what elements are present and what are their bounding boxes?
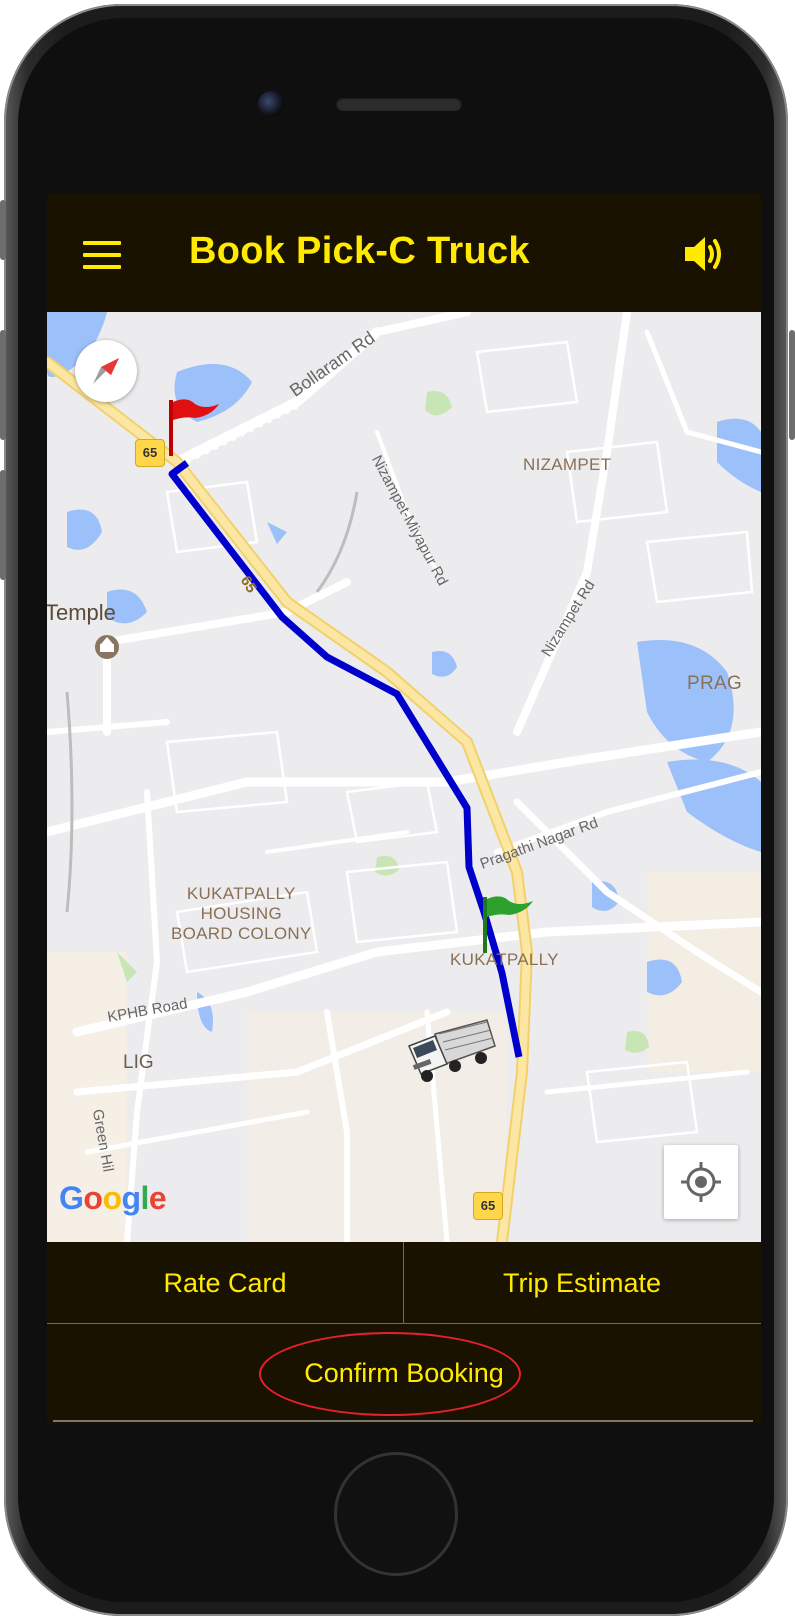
bottom-divider (53, 1420, 753, 1422)
earpiece-speaker (336, 97, 462, 111)
area-label-kukatpally-housing: KUKATPALLY HOUSING BOARD COLONY (171, 884, 312, 943)
truck-icon (405, 1012, 497, 1084)
my-location-icon[interactable] (664, 1145, 738, 1219)
action-row: Rate Card Trip Estimate (47, 1242, 761, 1324)
mute-switch (0, 200, 6, 260)
home-button[interactable] (334, 1452, 458, 1576)
app-screen: Book Pick-C Truck 65 65 65 Bollaram Rd N… (47, 194, 761, 1424)
area-label-lig: LIG (123, 1052, 154, 1073)
google-logo: Google (59, 1180, 167, 1216)
volume-down-button (0, 470, 6, 580)
power-button (789, 330, 795, 440)
page-title: Book Pick-C Truck (189, 230, 530, 272)
green-flag-icon (481, 895, 535, 953)
poi-label-temple: Temple (47, 600, 116, 625)
speaker-volume-icon[interactable] (683, 234, 729, 274)
confirm-booking-button[interactable]: Confirm Booking (47, 1324, 761, 1422)
route-map[interactable]: 65 65 65 Bollaram Rd NIZAMPET Nizampet-M… (47, 312, 761, 1242)
trip-estimate-button[interactable]: Trip Estimate (404, 1242, 760, 1324)
area-label-prag: PRAG (687, 673, 743, 694)
hamburger-menu-icon[interactable] (83, 241, 121, 269)
rate-card-button[interactable]: Rate Card (47, 1242, 403, 1324)
route-shield: 65 (473, 1192, 503, 1220)
route-shield: 65 (135, 439, 165, 467)
app-bar: Book Pick-C Truck (47, 194, 761, 312)
area-label-nizampet: NIZAMPET (523, 455, 612, 474)
red-flag-icon (165, 396, 221, 456)
volume-up-button (0, 330, 6, 440)
front-camera (258, 91, 284, 117)
confirm-row: Confirm Booking (47, 1324, 761, 1422)
area-label-kukatpally: KUKATPALLY (450, 950, 559, 969)
compass-icon[interactable] (75, 340, 137, 402)
